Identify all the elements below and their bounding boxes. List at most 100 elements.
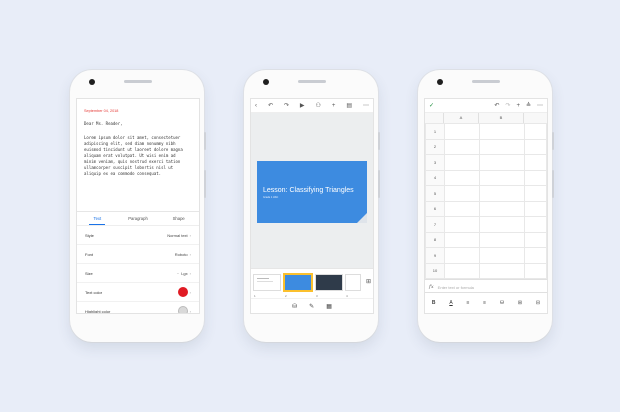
- cell[interactable]: [444, 262, 480, 279]
- column-header[interactable]: B: [479, 113, 524, 123]
- cell[interactable]: [444, 247, 480, 264]
- row-number[interactable]: 3: [425, 154, 445, 171]
- cell[interactable]: [479, 231, 525, 248]
- row-number[interactable]: 5: [425, 185, 445, 202]
- cell[interactable]: [479, 216, 525, 233]
- cell[interactable]: [479, 138, 525, 155]
- select-all-corner[interactable]: [425, 113, 444, 123]
- slide-thumbnail[interactable]: 3: [315, 274, 343, 298]
- align-left-icon[interactable]: ≡: [466, 300, 469, 306]
- cell[interactable]: [524, 200, 547, 217]
- phone-slides: ‹ ↶ ↷ ▶ ⚇ + ▤ ⋯ Lesson: Classifying Tria…: [244, 70, 380, 342]
- cell[interactable]: [524, 262, 547, 279]
- cell[interactable]: [444, 169, 480, 186]
- cell[interactable]: [444, 138, 480, 155]
- cell[interactable]: [524, 138, 547, 155]
- speaker-grille: [124, 80, 152, 83]
- fill-color-icon[interactable]: ⛁: [500, 300, 504, 306]
- table-row: 3: [425, 154, 547, 171]
- speaker-grille: [472, 80, 500, 83]
- power-button: [204, 170, 206, 198]
- front-camera: [263, 79, 269, 85]
- row-number[interactable]: 10: [425, 262, 445, 279]
- play-icon[interactable]: ▶: [300, 102, 305, 109]
- font-row[interactable]: Font Roboto ›: [77, 245, 199, 264]
- cell[interactable]: [524, 216, 547, 233]
- decrease-icon[interactable]: −: [177, 271, 179, 276]
- size-value: Lgx: [181, 270, 188, 276]
- format-text-icon[interactable]: ≜: [526, 102, 531, 109]
- borders-icon[interactable]: ⊞: [518, 300, 522, 306]
- row-number[interactable]: 4: [425, 169, 445, 186]
- add-person-icon[interactable]: ⚇: [316, 102, 321, 109]
- undo-icon[interactable]: ↶: [268, 102, 273, 109]
- resize-handle[interactable]: [357, 213, 367, 223]
- new-slide-icon[interactable]: ⊞: [366, 278, 371, 285]
- chevron-right-icon: ›: [189, 232, 191, 238]
- more-icon[interactable]: ⋯: [537, 102, 543, 109]
- highlight-color-swatch[interactable]: [177, 306, 188, 313]
- cell[interactable]: [479, 247, 525, 264]
- row-number[interactable]: 8: [425, 231, 445, 248]
- pen-icon[interactable]: ✎: [309, 303, 314, 310]
- back-icon[interactable]: ‹: [255, 103, 257, 109]
- undo-icon[interactable]: ↶: [494, 102, 499, 109]
- tab-shape[interactable]: Shape: [158, 212, 199, 225]
- slide-thumbnail[interactable]: 1: [253, 274, 281, 298]
- cell[interactable]: [524, 154, 547, 171]
- style-row[interactable]: Style Normal text ›: [77, 226, 199, 245]
- chevron-right-icon[interactable]: ›: [190, 271, 191, 276]
- size-row[interactable]: Size − Lgx ›: [77, 264, 199, 283]
- more-icon[interactable]: ⋯: [363, 102, 369, 109]
- text-color-icon[interactable]: A: [449, 300, 452, 306]
- align-center-icon[interactable]: ≡: [483, 300, 486, 306]
- redo-icon[interactable]: ↷: [505, 102, 510, 109]
- highlight-color-row[interactable]: Highlight color ›: [77, 302, 199, 313]
- cell[interactable]: [444, 185, 480, 202]
- document-body[interactable]: September 04, 2018 Dear Ms. Reader, Lore…: [77, 99, 199, 211]
- row-number[interactable]: 1: [425, 123, 445, 140]
- cell[interactable]: [479, 169, 525, 186]
- cell[interactable]: [479, 185, 525, 202]
- slide[interactable]: Lesson: Classifying Triangles Grade 1 AS…: [257, 161, 367, 223]
- formula-input[interactable]: Enter text or formula: [438, 285, 474, 290]
- add-icon[interactable]: +: [332, 103, 336, 109]
- redo-icon[interactable]: ↷: [284, 102, 289, 109]
- layout-icon[interactable]: ▦: [326, 303, 332, 310]
- cell[interactable]: [479, 200, 525, 217]
- cell[interactable]: [524, 123, 547, 140]
- cell[interactable]: [444, 154, 480, 171]
- text-color-swatch[interactable]: [177, 287, 188, 297]
- row-number[interactable]: 6: [425, 200, 445, 217]
- slide-thumbnail-selected[interactable]: 2: [283, 273, 313, 298]
- add-icon[interactable]: +: [516, 103, 520, 109]
- slide-subtitle: Grade 1 ASC: [263, 196, 279, 199]
- merge-cells-icon[interactable]: ⊟: [536, 300, 540, 306]
- cell[interactable]: [479, 154, 525, 171]
- fill-color-icon[interactable]: ⛁: [292, 303, 297, 310]
- front-camera: [437, 79, 443, 85]
- cell[interactable]: [444, 123, 480, 140]
- row-number[interactable]: 2: [425, 138, 445, 155]
- cell[interactable]: [524, 169, 547, 186]
- tab-paragraph[interactable]: Paragraph: [118, 212, 159, 225]
- font-value: Roboto: [174, 251, 188, 257]
- cell[interactable]: [524, 185, 547, 202]
- cell[interactable]: [444, 200, 480, 217]
- cell[interactable]: [524, 247, 547, 264]
- cell[interactable]: [524, 231, 547, 248]
- cell[interactable]: [479, 262, 525, 279]
- bold-icon[interactable]: B: [432, 300, 436, 306]
- slide-thumbnail[interactable]: 4: [345, 274, 361, 298]
- comment-icon[interactable]: ▤: [346, 102, 352, 109]
- column-header[interactable]: A: [444, 113, 479, 123]
- text-color-row[interactable]: Text color ›: [77, 283, 199, 302]
- check-icon[interactable]: ✓: [429, 102, 434, 109]
- cell[interactable]: [444, 216, 480, 233]
- cell[interactable]: [479, 123, 525, 140]
- row-number[interactable]: 9: [425, 247, 445, 264]
- tab-text[interactable]: Text: [77, 212, 118, 225]
- row-number[interactable]: 7: [425, 216, 445, 233]
- cell[interactable]: [444, 231, 480, 248]
- letter-greeting: Dear Ms. Reader,: [84, 121, 123, 126]
